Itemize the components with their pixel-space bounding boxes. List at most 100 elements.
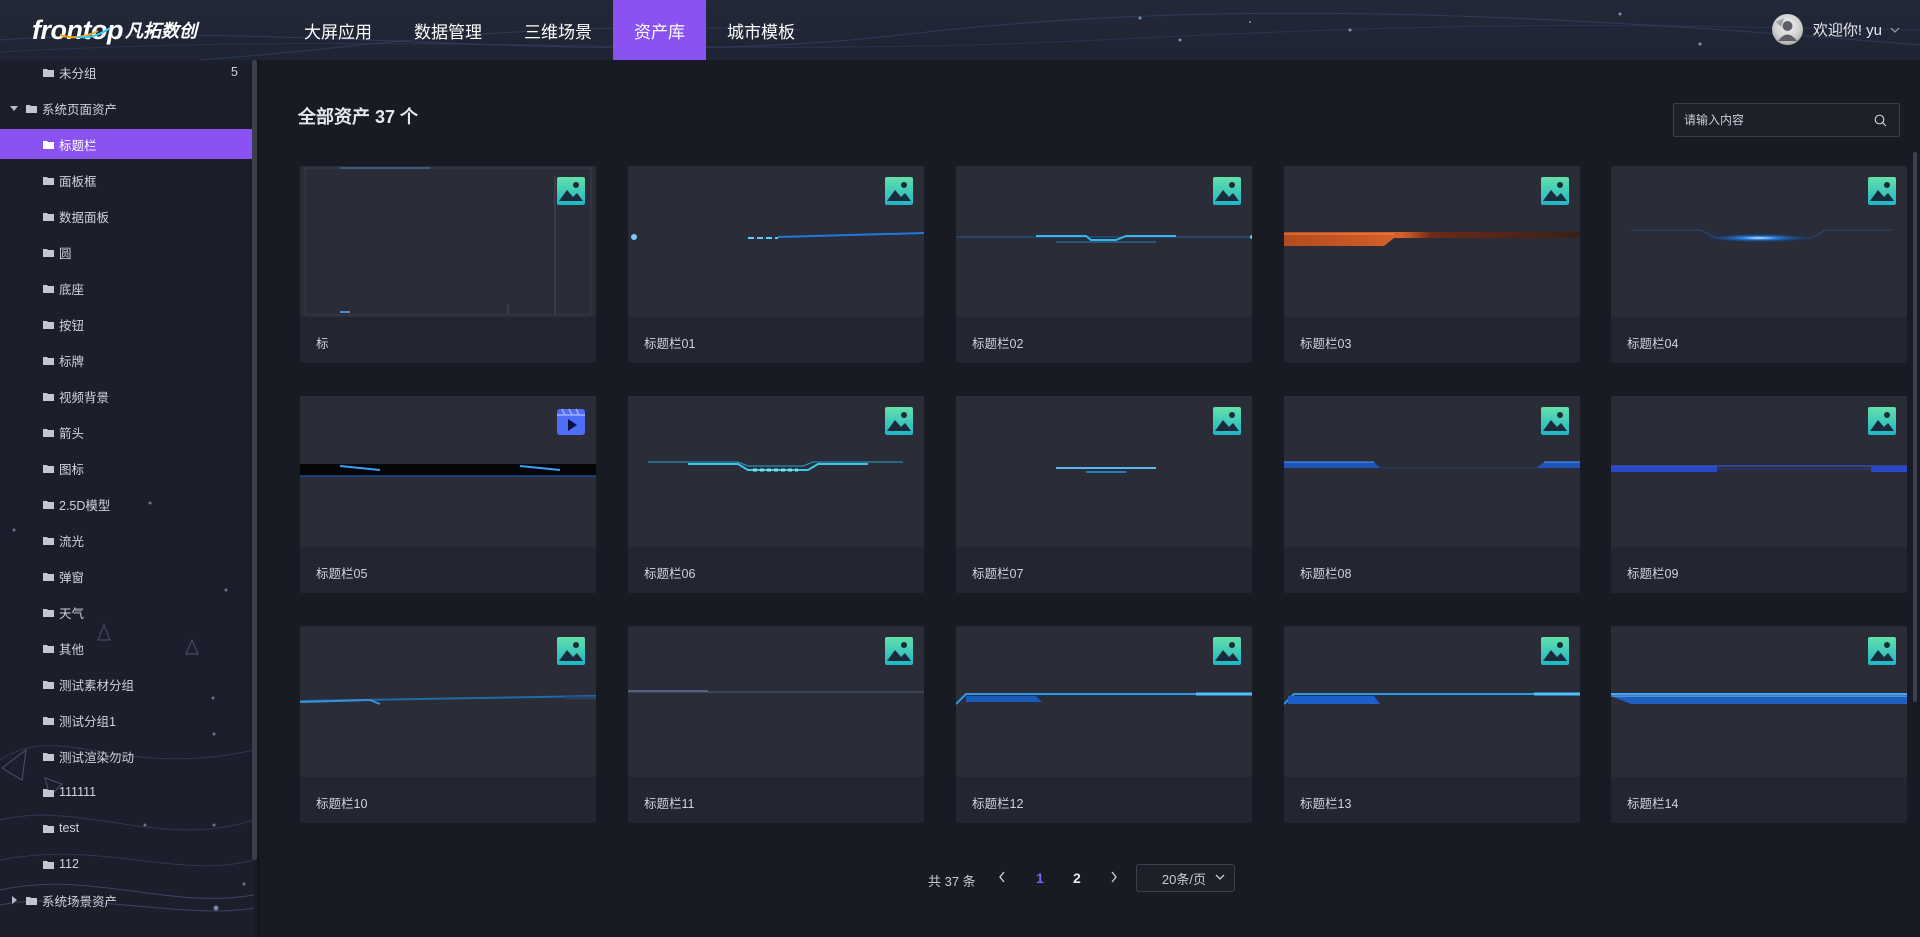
sidebar-item[interactable]: 标牌 xyxy=(0,345,254,375)
asset-thumbnail[interactable] xyxy=(1284,166,1580,317)
sidebar-item[interactable]: 底座 xyxy=(0,273,254,303)
sidebar-item[interactable]: 2.5D模型 xyxy=(0,489,254,519)
chevron-down-icon xyxy=(1215,874,1225,880)
sidebar-item[interactable]: 其他 xyxy=(0,633,254,663)
asset-card[interactable]: 标题栏05 xyxy=(300,396,596,593)
sidebar-item[interactable]: 面板框 xyxy=(0,165,254,195)
asset-thumbnail[interactable] xyxy=(956,626,1252,777)
asset-card[interactable]: 标题栏03 xyxy=(1284,166,1580,363)
asset-thumbnail[interactable] xyxy=(1284,626,1580,777)
chevron-left-icon[interactable] xyxy=(998,871,1006,886)
sidebar-item[interactable]: test xyxy=(0,813,254,843)
asset-name: 标题栏13 xyxy=(1300,797,1352,811)
sidebar-item[interactable]: 圆 xyxy=(0,237,254,267)
sidebar-item[interactable]: 视频背景 xyxy=(0,381,254,411)
folder-icon xyxy=(43,536,54,545)
asset-card[interactable]: 标题栏10 xyxy=(300,626,596,823)
avatar[interactable] xyxy=(1771,14,1803,45)
asset-card[interactable]: 标题栏14 xyxy=(1611,626,1907,823)
asset-thumbnail[interactable] xyxy=(300,396,596,547)
search-input[interactable] xyxy=(1674,113,1864,127)
asset-thumbnail[interactable] xyxy=(956,166,1252,317)
asset-name: 标题栏09 xyxy=(1627,567,1679,581)
asset-thumbnail[interactable] xyxy=(628,626,924,777)
asset-thumbnail[interactable] xyxy=(956,396,1252,547)
sidebar-item-label: 视频背景 xyxy=(59,390,110,405)
asset-thumbnail[interactable] xyxy=(300,166,596,317)
asset-card[interactable]: 标题栏09 xyxy=(1611,396,1907,593)
asset-name: 标题栏06 xyxy=(644,567,696,581)
asset-preview xyxy=(300,695,596,705)
content-scrollbar[interactable] xyxy=(1913,152,1917,702)
sidebar-item[interactable]: 弹窗 xyxy=(0,561,254,591)
logo-swoosh-icon xyxy=(59,27,111,39)
nav-item-data-management[interactable]: 数据管理 xyxy=(393,0,503,60)
caret-down-icon[interactable] xyxy=(10,104,18,112)
caret-right-icon[interactable] xyxy=(10,896,18,904)
user-menu[interactable]: 欢迎你! yu xyxy=(1771,14,1900,45)
nav-item-big-screen[interactable]: 大屏应用 xyxy=(283,0,393,60)
asset-preview xyxy=(300,462,596,477)
page-title: 全部资产 37 个 xyxy=(298,107,419,127)
asset-card[interactable]: 标题栏07 xyxy=(956,396,1252,593)
image-icon xyxy=(885,407,913,435)
chevron-down-icon[interactable] xyxy=(1890,24,1900,36)
sidebar-item[interactable]: 天气 xyxy=(0,597,254,627)
sidebar-item[interactable]: 标题栏 xyxy=(0,129,254,159)
sidebar-item-label: 测试渲染勿动 xyxy=(59,750,135,765)
sidebar-item[interactable]: 111111 xyxy=(0,777,254,807)
asset-label-bar: 标题栏02 xyxy=(956,317,1252,363)
sidebar-item[interactable]: 图标 xyxy=(0,453,254,483)
sidebar-item[interactable]: 未分组 5 xyxy=(0,60,254,87)
nav-item-asset-library[interactable]: 资产库 xyxy=(613,0,706,60)
asset-label-bar: 标题栏04 xyxy=(1611,317,1907,363)
asset-label-bar: 标题栏10 xyxy=(300,777,596,823)
asset-thumbnail[interactable] xyxy=(1284,396,1580,547)
sidebar-item-label: 图标 xyxy=(59,462,85,477)
asset-thumbnail[interactable] xyxy=(300,626,596,777)
sidebar-scrollbar[interactable] xyxy=(252,60,257,860)
asset-thumbnail[interactable] xyxy=(1611,396,1907,547)
sidebar-item-count: 5 xyxy=(231,65,238,79)
asset-label-bar: 标题栏11 xyxy=(628,777,924,823)
sidebar-item[interactable]: 112 xyxy=(0,849,254,879)
asset-card[interactable]: 标题栏12 xyxy=(956,626,1252,823)
asset-card[interactable]: 标 xyxy=(300,166,596,363)
nav-item-3d-scene[interactable]: 三维场景 xyxy=(503,0,613,60)
asset-preview xyxy=(1631,229,1891,243)
sidebar-item[interactable]: 测试素材分组 xyxy=(0,669,254,699)
sidebar-item[interactable]: 测试渲染勿动 xyxy=(0,741,254,771)
folder-icon xyxy=(43,140,54,149)
page-size-select[interactable]: 20条/页 xyxy=(1136,864,1235,892)
image-icon xyxy=(1541,407,1569,435)
search-icon[interactable] xyxy=(1874,114,1887,127)
sidebar-item[interactable]: 测试分组1 xyxy=(0,705,254,735)
page-1-button[interactable]: 1 xyxy=(1036,870,1044,886)
asset-thumbnail[interactable] xyxy=(628,396,924,547)
asset-thumbnail[interactable] xyxy=(1611,626,1907,777)
asset-thumbnail[interactable] xyxy=(628,166,924,317)
sidebar-item[interactable]: 系统场景资产 xyxy=(0,885,254,915)
asset-card[interactable]: 标题栏01 xyxy=(628,166,924,363)
nav-label: 城市模板 xyxy=(727,22,795,42)
asset-name: 标题栏03 xyxy=(1300,337,1352,351)
asset-card[interactable]: 标题栏11 xyxy=(628,626,924,823)
search-box[interactable] xyxy=(1673,103,1900,137)
asset-card[interactable]: 标题栏02 xyxy=(956,166,1252,363)
page-2-button[interactable]: 2 xyxy=(1073,870,1081,886)
nav-item-city-template[interactable]: 城市模板 xyxy=(706,0,816,60)
asset-label-bar: 标题栏06 xyxy=(628,547,924,593)
asset-card[interactable]: 标题栏13 xyxy=(1284,626,1580,823)
sidebar-item[interactable]: 数据面板 xyxy=(0,201,254,231)
asset-card[interactable]: 标题栏08 xyxy=(1284,396,1580,593)
sidebar-item[interactable]: 按钮 xyxy=(0,309,254,339)
sidebar-item[interactable]: 系统页面资产 xyxy=(0,93,254,123)
asset-label-bar: 标题栏14 xyxy=(1611,777,1907,823)
sidebar-item[interactable]: 箭头 xyxy=(0,417,254,447)
asset-preview xyxy=(956,459,1252,473)
asset-card[interactable]: 标题栏06 xyxy=(628,396,924,593)
chevron-right-icon[interactable] xyxy=(1110,871,1118,886)
sidebar-item[interactable]: 流光 xyxy=(0,525,254,555)
asset-card[interactable]: 标题栏04 xyxy=(1611,166,1907,363)
asset-thumbnail[interactable] xyxy=(1611,166,1907,317)
